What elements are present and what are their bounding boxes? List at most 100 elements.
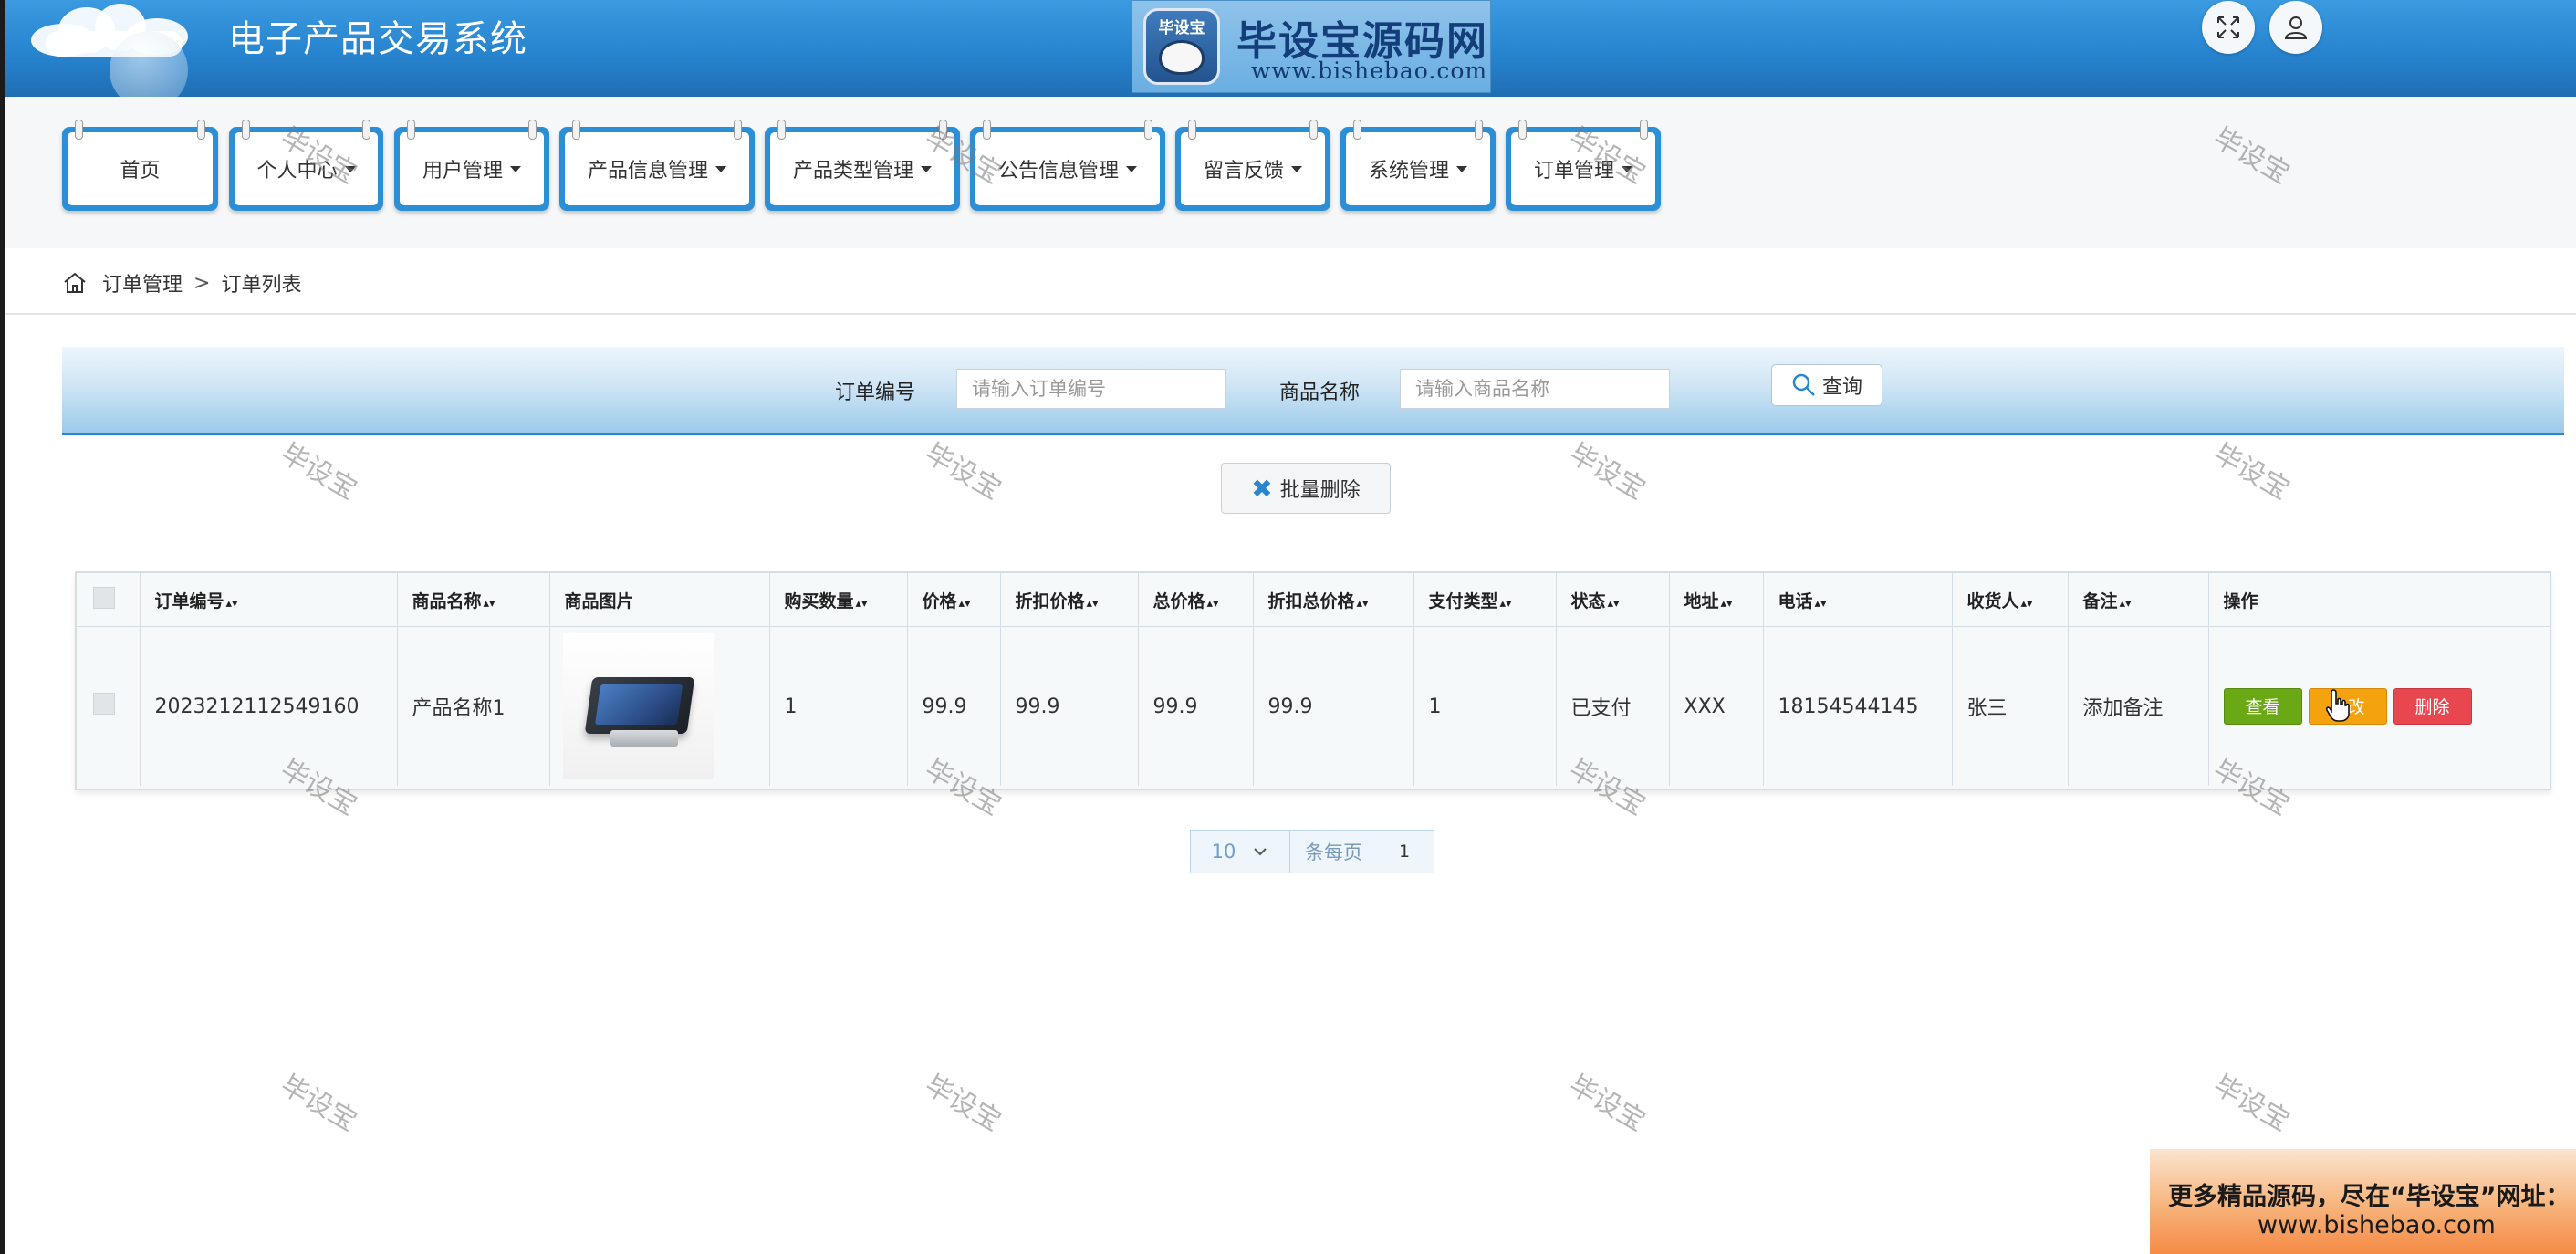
col-header[interactable]: 状态 ▴▾	[1556, 573, 1670, 627]
cell-receiver: 张三	[1952, 626, 2069, 786]
col-header[interactable]: 价格 ▴▾	[907, 573, 1001, 627]
col-header[interactable]: 订单编号 ▴▾	[140, 573, 398, 627]
cell-price: 99.9	[907, 626, 1001, 786]
nav-item-user-management[interactable]: 用户管理	[394, 120, 549, 211]
col-header[interactable]: 收货人 ▴▾	[1952, 573, 2069, 627]
batch-delete-button[interactable]: ✖ 批量删除	[1221, 463, 1391, 514]
col-header[interactable]: 支付类型 ▴▾	[1413, 573, 1557, 627]
fullscreen-button[interactable]	[2202, 1, 2255, 54]
cell-discount-total: 99.9	[1253, 626, 1414, 786]
watermark: 毕设宝	[2207, 1069, 2295, 1138]
caret-down-icon	[1291, 165, 1302, 172]
home-icon[interactable]	[62, 270, 88, 296]
col-header[interactable]: 总价格 ▴▾	[1138, 573, 1254, 627]
nav-label: 用户管理	[422, 160, 503, 183]
sort-icon: ▴▾	[1499, 596, 1512, 611]
cell-status: 已支付	[1556, 626, 1670, 786]
app-title: 电子产品交易系统	[228, 18, 527, 60]
product-thumbnail[interactable]	[562, 633, 714, 779]
view-button[interactable]: 查看	[2223, 688, 2302, 725]
caret-down-icon	[344, 165, 356, 172]
col-header[interactable]: 备注 ▴▾	[2068, 573, 2209, 627]
sort-icon: ▴▾	[1607, 596, 1620, 611]
watermark: 毕设宝	[275, 1069, 362, 1138]
product-name-input[interactable]	[1400, 369, 1670, 409]
row-checkbox[interactable]	[93, 693, 115, 715]
breadcrumb-separator: >	[193, 271, 211, 295]
sort-icon: ▴▾	[1206, 596, 1219, 611]
nav-label: 产品类型管理	[792, 160, 913, 183]
user-button[interactable]	[2269, 1, 2322, 54]
sort-icon: ▴▾	[1720, 596, 1733, 611]
watermark: 毕设宝	[919, 1069, 1006, 1138]
ad-url: www.bishebao.com	[2258, 1211, 2496, 1239]
window-left-edge	[0, 0, 5, 1254]
nav-item-home[interactable]: 首页	[62, 120, 218, 211]
cell-pay-type: 1	[1413, 626, 1557, 786]
pagination: 10 条每页 1	[1190, 830, 1434, 873]
main-nav: 首页 个人中心 用户管理 产品信息管理 产品类型管理 公告信息管理 留言反馈 系…	[5, 97, 2576, 248]
ad-text: 更多精品源码，尽在“毕设宝”网址：	[2168, 1183, 2571, 1211]
page-size-select[interactable]: 10	[1191, 831, 1290, 873]
breadcrumb-divider	[5, 313, 2576, 315]
ad-banner[interactable]: 更多精品源码，尽在“毕设宝”网址： www.bishebao.com	[2150, 1149, 2576, 1254]
col-header[interactable]: 折扣价格 ▴▾	[1000, 573, 1139, 627]
user-icon	[2284, 16, 2308, 39]
col-header[interactable]: 折扣总价格 ▴▾	[1253, 573, 1414, 627]
order-table: 订单编号 ▴▾ 商品名称 ▴▾ 商品图片 购买数量 ▴▾ 价格 ▴▾ 折扣价格 ▴▾ 总价…	[75, 571, 2551, 790]
col-header: 操作	[2208, 573, 2550, 627]
row-select-cell	[77, 626, 141, 786]
caret-down-icon	[1126, 165, 1137, 172]
sort-icon: ▴▾	[855, 596, 868, 611]
order-no-input[interactable]	[956, 369, 1226, 409]
nav-label: 产品信息管理	[587, 160, 708, 183]
close-icon: ✖	[1251, 473, 1273, 504]
col-header[interactable]: 购买数量 ▴▾	[769, 573, 908, 627]
caret-down-icon	[1456, 165, 1467, 172]
cell-quantity: 1	[769, 626, 908, 786]
watermark: 毕设宝	[2207, 437, 2295, 507]
batch-delete-label: 批量删除	[1279, 479, 1361, 502]
watermark: 毕设宝	[1563, 437, 1651, 507]
caret-down-icon	[921, 165, 932, 172]
nav-label: 个人中心	[256, 160, 338, 183]
breadcrumb-parent[interactable]: 订单管理	[102, 268, 183, 298]
nav-item-announcement[interactable]: 公告信息管理	[970, 120, 1165, 211]
nav-item-orders[interactable]: 订单管理	[1506, 120, 1661, 211]
sort-icon: ▴▾	[2020, 596, 2033, 611]
sort-icon: ▴▾	[1356, 596, 1369, 611]
order-no-label: 订单编号	[835, 381, 916, 404]
col-header: 商品图片	[549, 573, 770, 627]
nav-item-product-info[interactable]: 产品信息管理	[559, 120, 755, 211]
nav-item-system[interactable]: 系统管理	[1340, 120, 1496, 211]
per-page-label: 条每页	[1305, 841, 1362, 863]
caret-down-icon	[715, 165, 726, 172]
select-all-checkbox[interactable]	[93, 586, 115, 609]
nav-label: 系统管理	[1368, 160, 1449, 183]
col-header[interactable]: 电话 ▴▾	[1763, 573, 1953, 627]
table-row: 2023212112549160 产品名称1 1 99.9 99.9 99.9 …	[77, 626, 2550, 786]
cell-discount-price: 99.9	[1000, 626, 1139, 786]
delete-button[interactable]: 删除	[2393, 688, 2472, 725]
nav-item-personal-center[interactable]: 个人中心	[229, 120, 383, 211]
watermark: 毕设宝	[1563, 1069, 1651, 1138]
caret-down-icon	[510, 165, 521, 172]
col-header[interactable]: 地址 ▴▾	[1669, 573, 1764, 627]
product-name-label: 商品名称	[1279, 381, 1361, 404]
table-header-row: 订单编号 ▴▾ 商品名称 ▴▾ 商品图片 购买数量 ▴▾ 价格 ▴▾ 折扣价格 ▴▾ 总价…	[77, 573, 2550, 627]
page-number[interactable]: 1	[1399, 841, 1410, 862]
sort-icon: ▴▾	[483, 596, 495, 611]
brand-logo-text: 毕设宝	[1158, 19, 1205, 37]
nav-item-product-type[interactable]: 产品类型管理	[765, 120, 960, 211]
brand-banner: 毕设宝 毕设宝源码网 www.bishebao.com	[1132, 0, 1491, 93]
breadcrumb-current: 订单列表	[221, 274, 302, 297]
search-button-label: 查询	[1821, 376, 1862, 399]
col-header[interactable]: 商品名称 ▴▾	[397, 573, 550, 627]
sort-icon: ▴▾	[225, 596, 238, 611]
watermark: 毕设宝	[275, 437, 362, 507]
nav-label: 公告信息管理	[997, 160, 1119, 183]
brand-url: www.bishebao.com	[1251, 57, 1488, 84]
nav-item-feedback[interactable]: 留言反馈	[1175, 120, 1330, 211]
search-button[interactable]: 查询	[1771, 364, 1882, 406]
breadcrumb: 订单管理 > 订单列表	[62, 266, 301, 299]
